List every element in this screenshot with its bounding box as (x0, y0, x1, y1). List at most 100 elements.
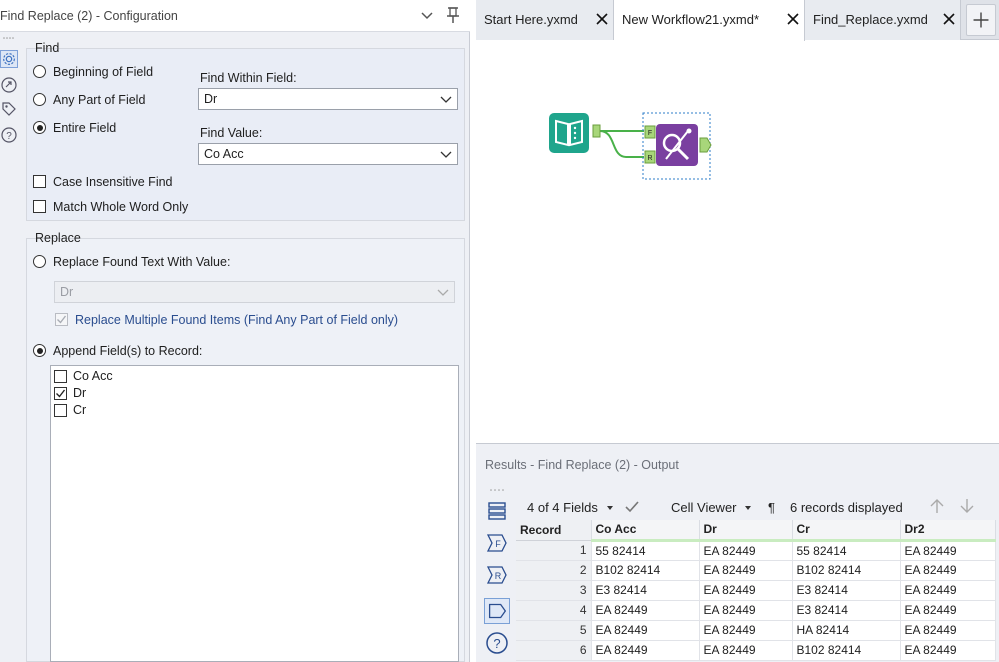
record-number-cell[interactable]: 5 (516, 620, 592, 641)
table-cell[interactable]: B102 82414 (792, 640, 901, 661)
close-icon[interactable] (594, 11, 610, 27)
pilcrow-icon[interactable]: ¶ (768, 500, 775, 515)
close-icon[interactable] (785, 11, 801, 27)
record-number-cell[interactable]: 6 (516, 640, 592, 661)
table-row[interactable]: 4 EA 82449 EA 82449 E3 82414 EA 82449 (516, 600, 996, 621)
input-data-tool[interactable] (549, 113, 589, 153)
table-cell[interactable]: B102 82414 (591, 560, 700, 581)
tab-start-here[interactable]: Start Here.yxmd (476, 0, 614, 40)
table-cell[interactable]: EA 82449 (699, 620, 793, 641)
chevron-down-icon (437, 289, 449, 296)
replace-multiple-label: Replace Multiple Found Items (Find Any P… (75, 313, 399, 327)
checkmark-icon (56, 389, 66, 398)
chevron-down-icon[interactable] (419, 6, 435, 26)
caret-down-icon[interactable] (745, 506, 751, 510)
table-cell[interactable]: B102 82414 (792, 560, 901, 581)
table-header-row: Record Co Acc Dr Cr Dr2 (516, 520, 996, 542)
replace-multiple-checkbox[interactable] (55, 313, 68, 326)
table-cell[interactable]: EA 82449 (699, 540, 793, 561)
arrow-up-icon[interactable] (928, 498, 946, 514)
column-header[interactable]: Cr (792, 520, 901, 542)
find-within-field-dropdown[interactable]: Dr (198, 88, 458, 110)
svg-text:F: F (495, 539, 501, 549)
table-row[interactable]: 2 B102 82414 EA 82449 B102 82414 EA 82449 (516, 560, 996, 581)
column-header[interactable]: Record (516, 520, 592, 541)
caret-down-icon[interactable] (607, 506, 613, 510)
table-cell[interactable]: EA 82449 (699, 600, 793, 621)
table-cell[interactable]: EA 82449 (699, 640, 793, 661)
checkmark-icon[interactable] (624, 500, 640, 514)
table-cell[interactable]: E3 82414 (792, 580, 901, 601)
field-checkbox-co-acc[interactable] (54, 370, 67, 383)
help-icon[interactable]: ? (484, 630, 510, 656)
field-label: Cr (73, 403, 87, 417)
find-value-dropdown[interactable]: Co Acc (198, 143, 458, 165)
pin-icon[interactable] (444, 5, 462, 25)
config-side-toolbar: ? (0, 32, 20, 662)
field-label: Co Acc (73, 369, 113, 383)
find-replace-tool[interactable] (656, 124, 698, 166)
workflow-diagram: F R (549, 112, 712, 180)
table-cell[interactable]: EA 82449 (591, 640, 700, 661)
workflow-canvas[interactable]: F R (476, 41, 999, 443)
record-number-cell[interactable]: 2 (516, 560, 592, 581)
append-fields-list[interactable]: Co Acc Dr Cr (50, 365, 459, 662)
table-view-icon[interactable] (484, 498, 510, 524)
table-cell[interactable]: E3 82414 (591, 580, 700, 601)
case-insensitive-checkbox[interactable] (33, 175, 46, 188)
replace-value-dropdown[interactable]: Dr (54, 281, 455, 303)
table-cell[interactable]: 55 82414 (792, 540, 901, 561)
table-row[interactable]: 1 55 82414 EA 82449 55 82414 EA 82449 (516, 540, 996, 561)
fields-selector[interactable]: 4 of 4 Fields (527, 500, 598, 515)
radio-beginning-of-field-label: Beginning of Field (53, 65, 154, 79)
column-header[interactable]: Dr (699, 520, 793, 542)
table-row[interactable]: 3 E3 82414 EA 82449 E3 82414 EA 82449 (516, 580, 996, 601)
table-cell[interactable]: E3 82414 (792, 600, 901, 621)
radio-any-part-of-field[interactable] (33, 93, 46, 106)
table-cell[interactable]: EA 82449 (900, 620, 996, 641)
table-cell[interactable]: 55 82414 (591, 540, 700, 561)
table-cell[interactable]: EA 82449 (591, 620, 700, 641)
match-whole-word-checkbox[interactable] (33, 200, 46, 213)
output-anchor[interactable] (699, 137, 712, 153)
help-icon[interactable]: ? (0, 126, 18, 144)
arrow-down-icon[interactable] (958, 498, 976, 514)
cell-viewer-selector[interactable]: Cell Viewer (671, 500, 737, 515)
table-cell[interactable]: EA 82449 (591, 600, 700, 621)
column-header[interactable]: Dr2 (900, 520, 996, 542)
table-cell[interactable]: EA 82449 (900, 580, 996, 601)
add-tab-button[interactable] (966, 4, 996, 36)
record-number-cell[interactable]: 3 (516, 580, 592, 601)
table-cell[interactable]: HA 82414 (792, 620, 901, 641)
radio-replace-found-text[interactable] (33, 255, 46, 268)
tab-new-workflow21[interactable]: New Workflow21.yxmd* (614, 0, 805, 41)
table-cell[interactable]: EA 82449 (699, 560, 793, 581)
table-row[interactable]: 6 EA 82449 EA 82449 B102 82414 EA 82449 (516, 640, 996, 661)
record-number-cell[interactable]: 1 (516, 540, 592, 561)
radio-append-fields[interactable] (33, 344, 46, 357)
record-number-cell[interactable]: 4 (516, 600, 592, 621)
tag-icon[interactable] (0, 100, 18, 118)
column-header[interactable]: Co Acc (591, 520, 700, 542)
table-row[interactable]: 5 EA 82449 EA 82449 HA 82414 EA 82449 (516, 620, 996, 641)
output-anchor-icon[interactable] (484, 598, 510, 624)
field-checkbox-cr[interactable] (54, 404, 67, 417)
table-cell[interactable]: EA 82449 (900, 640, 996, 661)
tab-find-replace[interactable]: Find_Replace.yxmd (805, 0, 961, 40)
table-cell[interactable]: EA 82449 (699, 580, 793, 601)
gear-icon[interactable] (0, 50, 18, 68)
radio-entire-field[interactable] (33, 121, 46, 134)
configuration-panel: Find Replace (2) - Configuration ? Find … (0, 0, 470, 662)
field-checkbox-dr[interactable] (54, 387, 67, 400)
field-label: Dr (73, 386, 87, 400)
results-title: Results - Find Replace (2) - Output (485, 458, 679, 472)
table-cell[interactable]: EA 82449 (900, 560, 996, 581)
radio-beginning-of-field[interactable] (33, 65, 46, 78)
output-anchor[interactable] (592, 124, 601, 138)
table-cell[interactable]: EA 82449 (900, 540, 996, 561)
close-icon[interactable] (941, 11, 957, 27)
connection-icon[interactable] (0, 76, 18, 94)
r-anchor-icon[interactable]: R (484, 562, 510, 588)
table-cell[interactable]: EA 82449 (900, 600, 996, 621)
f-anchor-icon[interactable]: F (484, 530, 510, 556)
